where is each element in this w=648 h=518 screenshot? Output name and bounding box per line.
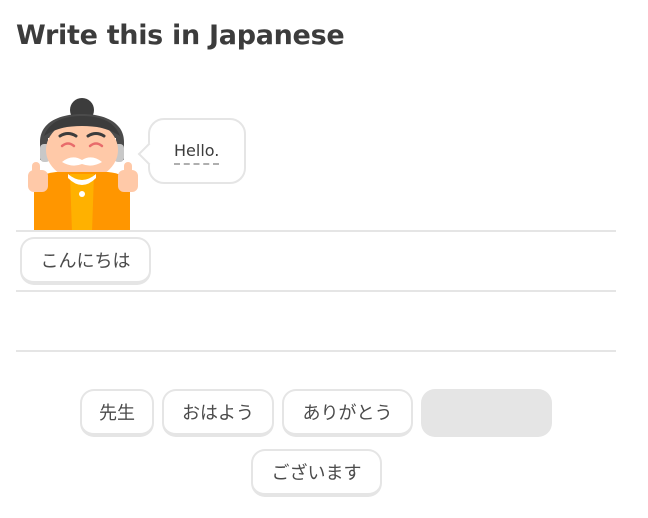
answer-line-bottom [16,350,616,352]
answer-line-middle [16,290,616,292]
word-bank-tile[interactable]: ございます [251,449,382,497]
answer-line-top [16,230,616,232]
character-illustration [28,98,138,232]
answer-tile[interactable]: こんにちは [20,237,151,285]
prompt-text[interactable]: Hello. [174,142,220,165]
word-bank-tile-placeholder [421,389,552,437]
page-title: Write this in Japanese [16,20,345,51]
word-bank-tile[interactable]: ありがとう [282,389,413,437]
word-bank-tile[interactable]: 先生 [80,389,154,437]
speech-bubble: Hello. [137,118,246,184]
word-bank-tile[interactable]: おはよう [162,389,274,437]
speech-bubble-tail [137,142,161,166]
